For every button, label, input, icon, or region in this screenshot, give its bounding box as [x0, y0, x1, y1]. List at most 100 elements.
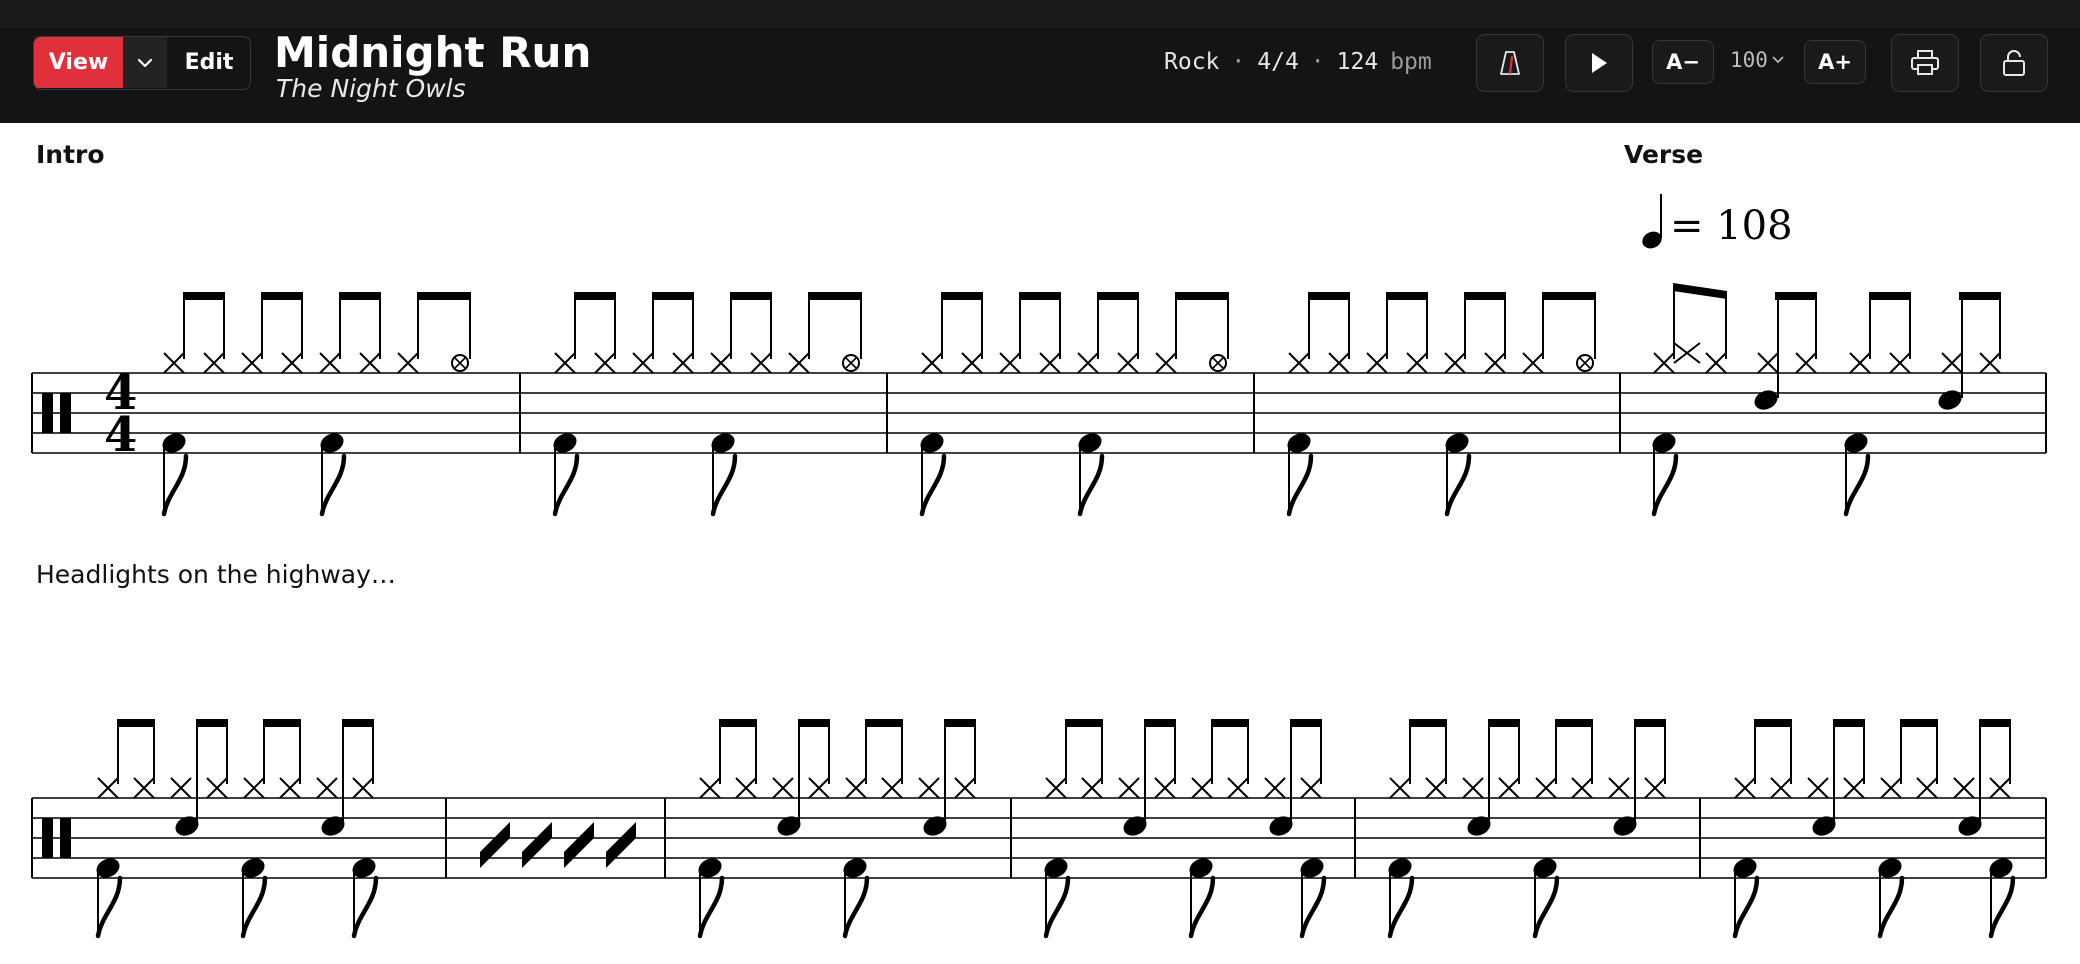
beam — [1464, 292, 1506, 300]
hihat-note — [1117, 352, 1139, 374]
hihat-note — [918, 777, 940, 799]
slash-note — [522, 822, 552, 868]
beam — [1019, 292, 1061, 300]
note-flag — [161, 453, 189, 517]
hihat-note — [1608, 777, 1630, 799]
hihat-note — [1916, 777, 1938, 799]
hihat-note — [1989, 777, 2011, 799]
beam — [652, 292, 694, 300]
hihat-note — [881, 777, 903, 799]
beam — [261, 292, 303, 300]
hihat-note — [352, 777, 374, 799]
hihat-note — [1288, 352, 1310, 374]
hihat-note — [699, 777, 721, 799]
hihat-note — [1118, 777, 1140, 799]
hihat-note — [845, 777, 867, 799]
beam — [1488, 719, 1520, 727]
hihat-note — [1889, 352, 1911, 374]
hihat-note — [1705, 352, 1727, 374]
hihat-note — [1039, 352, 1061, 374]
percussion-clef — [42, 393, 53, 433]
beam — [1673, 283, 1727, 299]
note-flag — [1077, 453, 1105, 517]
note-flag — [552, 453, 580, 517]
hihat-note — [921, 352, 943, 374]
hihat-note — [281, 352, 303, 374]
note-flag — [240, 875, 268, 939]
note-flag — [1732, 875, 1760, 939]
percussion-clef — [42, 818, 53, 858]
hihat-note — [241, 352, 263, 374]
beam — [1175, 292, 1229, 300]
beam — [1959, 292, 2001, 300]
hihat-note — [1571, 777, 1593, 799]
snare-note — [1938, 390, 1962, 410]
hihat-note — [1535, 777, 1557, 799]
beam — [1211, 719, 1249, 727]
note-flag — [919, 453, 947, 517]
snare-note — [1754, 390, 1778, 410]
hihat-note — [772, 777, 794, 799]
beam — [1869, 292, 1911, 300]
hihat-note — [1849, 352, 1871, 374]
hihat-note — [206, 777, 228, 799]
time-signature-bottom: 4 — [104, 407, 137, 463]
beam — [1065, 719, 1103, 727]
hihat-note — [203, 352, 225, 374]
beam — [1634, 719, 1666, 727]
crash-note — [1673, 342, 1701, 364]
hihat-note — [594, 352, 616, 374]
beam — [719, 719, 757, 727]
percussion-clef — [60, 393, 71, 433]
hihat-note — [1979, 352, 2001, 374]
note-flag — [1877, 875, 1905, 939]
slash-note — [564, 822, 594, 868]
hihat-note — [316, 777, 338, 799]
hihat-note — [1807, 777, 1829, 799]
hihat-note — [1795, 352, 1817, 374]
hihat-note — [735, 777, 757, 799]
hihat-note — [1843, 777, 1865, 799]
percussion-clef — [60, 818, 71, 858]
beam — [339, 292, 381, 300]
hihat-note — [1953, 777, 1975, 799]
note-flag — [842, 875, 870, 939]
note-flag — [1299, 875, 1327, 939]
beam — [1555, 719, 1593, 727]
beam — [941, 292, 983, 300]
hihat-note — [1191, 777, 1213, 799]
beam — [1754, 719, 1792, 727]
hihat-note — [97, 777, 119, 799]
beam — [263, 719, 301, 727]
note-flag — [710, 453, 738, 517]
note-flag — [1651, 453, 1679, 517]
hihat-note — [788, 352, 810, 374]
hihat-note — [279, 777, 301, 799]
note-flag — [1188, 875, 1216, 939]
hihat-note — [961, 352, 983, 374]
hihat-note — [750, 352, 772, 374]
beam — [1308, 292, 1350, 300]
hihat-note — [632, 352, 654, 374]
beam — [1542, 292, 1596, 300]
hihat-note — [1366, 352, 1388, 374]
hihat-note — [999, 352, 1021, 374]
beam — [1833, 719, 1865, 727]
ride-note — [453, 356, 467, 370]
hihat-note — [359, 352, 381, 374]
hihat-note — [170, 777, 192, 799]
beam — [1409, 719, 1447, 727]
hihat-note — [1757, 352, 1779, 374]
hihat-note — [672, 352, 694, 374]
ride-note — [1578, 356, 1592, 370]
beam — [342, 719, 374, 727]
beam — [1097, 292, 1139, 300]
hihat-note — [1227, 777, 1249, 799]
hihat-note — [1425, 777, 1447, 799]
ride-note — [844, 356, 858, 370]
beam — [1775, 292, 1817, 300]
beam — [1386, 292, 1428, 300]
note-flag — [1532, 875, 1560, 939]
hihat-note — [1484, 352, 1506, 374]
note-flag — [1387, 875, 1415, 939]
